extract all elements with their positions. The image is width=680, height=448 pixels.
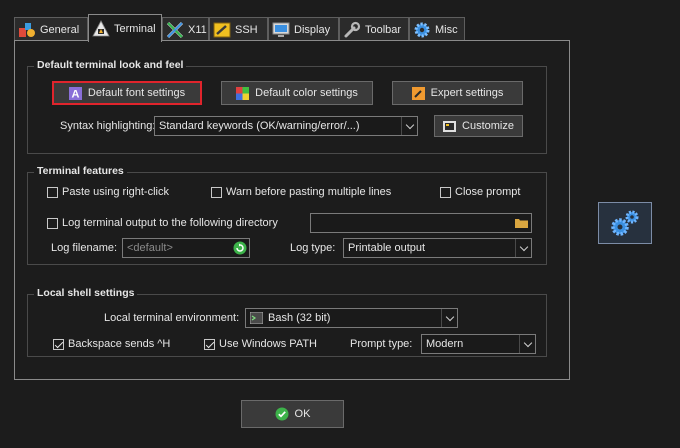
customize-button[interactable]: Customize bbox=[434, 115, 523, 137]
paste-right-click-box[interactable] bbox=[47, 186, 58, 198]
general-tab-icon bbox=[18, 21, 36, 39]
syntax-highlighting-select[interactable]: Standard keywords (OK/warning/error/...) bbox=[154, 116, 418, 136]
chevron-down-icon bbox=[519, 335, 535, 353]
tab-general[interactable]: General bbox=[14, 17, 88, 41]
terminal-tab-icon bbox=[92, 19, 110, 38]
log-output-box[interactable] bbox=[47, 217, 58, 229]
prompt-type-value: Modern bbox=[426, 338, 464, 350]
expert-settings-icon bbox=[411, 86, 425, 100]
tab-x11[interactable]: X11 bbox=[162, 17, 209, 41]
backspace-label: Backspace sends ^H bbox=[68, 338, 171, 350]
display-tab-icon bbox=[272, 21, 290, 39]
windows-path-checkbox[interactable]: Use Windows PATH bbox=[204, 338, 317, 350]
close-prompt-box[interactable] bbox=[440, 186, 451, 198]
folder-icon[interactable] bbox=[515, 217, 528, 232]
chevron-down-icon bbox=[441, 309, 457, 327]
local-env-value: Bash (32 bit) bbox=[268, 312, 331, 324]
log-type-value: Printable output bbox=[348, 242, 426, 254]
backspace-checkbox[interactable]: Backspace sends ^H bbox=[53, 338, 170, 350]
backspace-box[interactable] bbox=[53, 338, 64, 350]
local-env-select[interactable]: Bash (32 bit) bbox=[245, 308, 458, 328]
windows-path-label: Use Windows PATH bbox=[219, 338, 318, 350]
default-color-settings-label: Default color settings bbox=[255, 87, 358, 99]
warn-multiline-checkbox[interactable]: Warn before pasting multiple lines bbox=[211, 186, 391, 198]
tab-ssh-label: SSH bbox=[235, 23, 258, 36]
settings-gears-icon bbox=[598, 202, 652, 244]
expert-settings-button[interactable]: Expert settings bbox=[392, 81, 523, 105]
bash-terminal-icon bbox=[250, 312, 263, 324]
chevron-down-icon bbox=[401, 117, 417, 135]
color-palette-icon bbox=[236, 86, 250, 100]
tab-terminal-label: Terminal bbox=[114, 22, 156, 35]
tab-x11-label: X11 bbox=[188, 23, 207, 36]
log-output-label: Log terminal output to the following dir… bbox=[62, 217, 278, 229]
svg-text:A: A bbox=[71, 88, 79, 100]
paste-right-click-checkbox[interactable]: Paste using right-click bbox=[47, 186, 169, 198]
log-output-checkbox[interactable]: Log terminal output to the following dir… bbox=[47, 217, 278, 229]
local-shell-title: Local shell settings bbox=[34, 287, 138, 299]
close-prompt-label: Close prompt bbox=[455, 186, 521, 198]
expert-settings-label: Expert settings bbox=[430, 87, 504, 99]
x11-tab-icon bbox=[166, 21, 184, 39]
tab-ssh[interactable]: SSH bbox=[209, 17, 268, 41]
ok-button[interactable]: OK bbox=[241, 400, 344, 428]
tab-display[interactable]: Display bbox=[268, 17, 339, 41]
prompt-type-label: Prompt type: bbox=[350, 338, 413, 350]
tab-toolbar[interactable]: Toolbar bbox=[339, 17, 409, 41]
tab-terminal[interactable]: Terminal bbox=[88, 14, 162, 42]
refresh-icon[interactable] bbox=[233, 241, 247, 258]
customize-icon bbox=[443, 120, 457, 133]
tab-misc-label: Misc bbox=[435, 23, 458, 36]
log-type-label: Log type: bbox=[290, 242, 336, 254]
log-type-select[interactable]: Printable output bbox=[343, 238, 532, 258]
paste-right-click-label: Paste using right-click bbox=[62, 186, 169, 198]
default-color-settings-button[interactable]: Default color settings bbox=[221, 81, 373, 105]
look-and-feel-title: Default terminal look and feel bbox=[34, 59, 187, 71]
windows-path-box[interactable] bbox=[204, 338, 215, 350]
chevron-down-icon bbox=[515, 239, 531, 257]
local-env-label: Local terminal environment: bbox=[104, 312, 240, 324]
terminal-features-title: Terminal features bbox=[34, 165, 127, 177]
ok-label: OK bbox=[294, 408, 311, 420]
syntax-highlighting-label: Syntax highlighting: bbox=[60, 120, 156, 132]
font-icon: A bbox=[68, 86, 82, 100]
local-shell-group: Local shell settings Local terminal envi… bbox=[27, 287, 547, 357]
log-filename-label: Log filename: bbox=[51, 242, 118, 254]
log-directory-input[interactable] bbox=[310, 213, 532, 233]
tab-misc[interactable]: Misc bbox=[409, 17, 465, 41]
default-font-settings-button[interactable]: A Default font settings bbox=[52, 81, 202, 105]
check-circle-icon bbox=[275, 407, 289, 421]
prompt-type-select[interactable]: Modern bbox=[421, 334, 536, 354]
terminal-features-group: Terminal features Paste using right-clic… bbox=[27, 165, 547, 265]
tab-general-label: General bbox=[40, 23, 80, 36]
warn-multiline-label: Warn before pasting multiple lines bbox=[226, 186, 392, 198]
wrench-icon bbox=[343, 21, 361, 39]
gear-icon bbox=[413, 21, 431, 39]
syntax-highlighting-value: Standard keywords (OK/warning/error/...) bbox=[159, 120, 360, 132]
warn-multiline-box[interactable] bbox=[211, 186, 222, 198]
tab-display-label: Display bbox=[294, 23, 331, 36]
ssh-tab-icon bbox=[213, 21, 231, 39]
close-prompt-checkbox[interactable]: Close prompt bbox=[440, 186, 520, 198]
default-font-settings-label: Default font settings bbox=[87, 87, 186, 99]
tab-toolbar-label: Toolbar bbox=[365, 23, 402, 36]
terminal-settings-panel: Default terminal look and feel A Default… bbox=[14, 40, 570, 380]
log-filename-input[interactable]: <default> bbox=[122, 238, 250, 258]
log-filename-value: <default> bbox=[127, 242, 173, 254]
customize-label: Customize bbox=[462, 120, 514, 132]
look-and-feel-group: Default terminal look and feel A Default… bbox=[27, 59, 547, 154]
